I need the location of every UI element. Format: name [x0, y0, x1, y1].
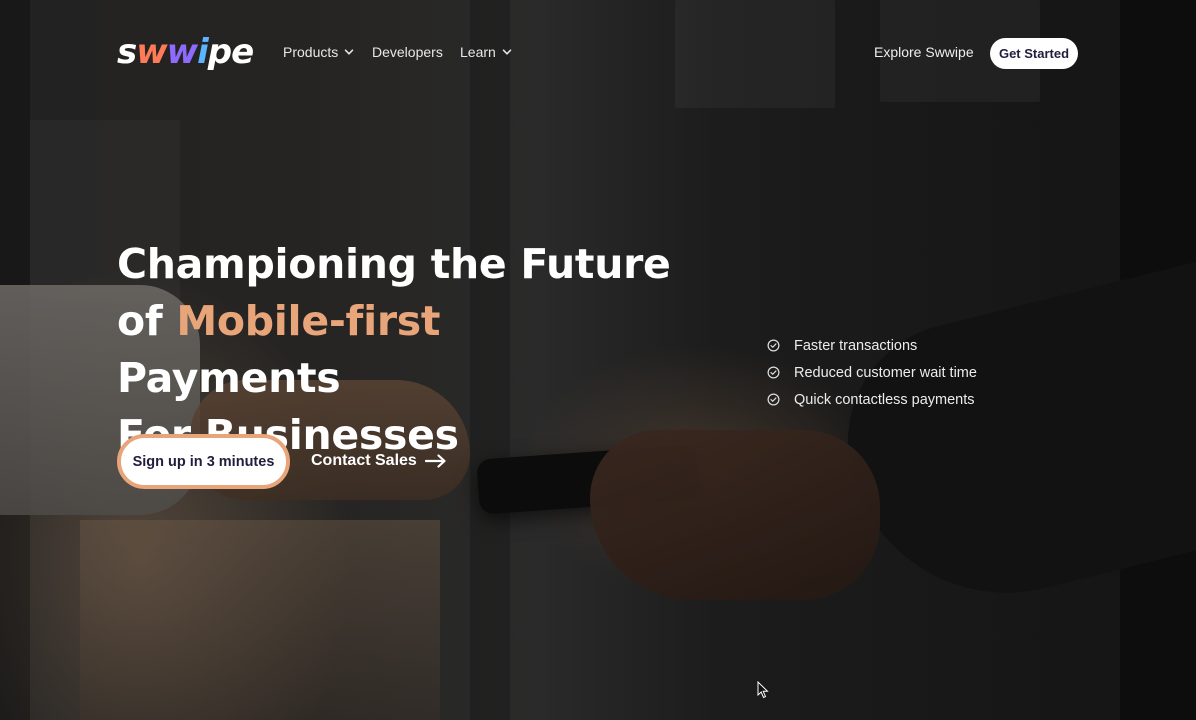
hero-title-line-1: Championing the Future: [117, 240, 671, 288]
contact-sales-label: Contact Sales: [311, 452, 417, 469]
check-circle-icon: [767, 366, 780, 379]
swwipe-logo[interactable]: swwipe: [117, 32, 254, 72]
hero-title-accent: Mobile-first: [176, 297, 441, 345]
feature-list: Faster transactions Reduced customer wai…: [767, 332, 977, 413]
chevron-down-icon: [502, 49, 512, 55]
sign-up-button-label: Sign up in 3 minutes: [132, 453, 275, 470]
hero-title-line-2-prefix: of: [117, 297, 177, 345]
nav-item-developers[interactable]: Developers: [372, 43, 443, 61]
feature-item: Faster transactions: [767, 332, 977, 359]
feature-label: Quick contactless payments: [794, 391, 975, 408]
nav-item-label: Developers: [372, 44, 443, 60]
check-circle-icon: [767, 393, 780, 406]
contact-sales-link[interactable]: Contact Sales: [311, 450, 447, 472]
hero-title: Championing the Future of Mobile-first P…: [117, 236, 677, 464]
hero-title-line-2-suffix: Payments: [117, 354, 341, 402]
nav-item-label: Learn: [460, 44, 496, 60]
nav-item-learn[interactable]: Learn: [460, 43, 512, 61]
top-navigation: swwipe Products Developers Learn Explore…: [0, 0, 1196, 106]
feature-label: Faster transactions: [794, 337, 918, 354]
arrow-right-icon: [424, 454, 446, 468]
feature-item: Quick contactless payments: [767, 386, 977, 413]
nav-item-label: Products: [283, 44, 339, 60]
sign-up-button[interactable]: Sign up in 3 minutes: [117, 434, 290, 489]
feature-label: Reduced customer wait time: [794, 364, 977, 381]
check-circle-icon: [767, 339, 780, 352]
chevron-down-icon: [345, 49, 354, 55]
explore-swwipe-link[interactable]: Explore Swwipe: [874, 43, 974, 61]
get-started-button[interactable]: Get Started: [990, 38, 1078, 69]
nav-item-products[interactable]: Products: [283, 43, 354, 61]
mouse-cursor-icon: [757, 681, 769, 699]
feature-item: Reduced customer wait time: [767, 359, 977, 386]
